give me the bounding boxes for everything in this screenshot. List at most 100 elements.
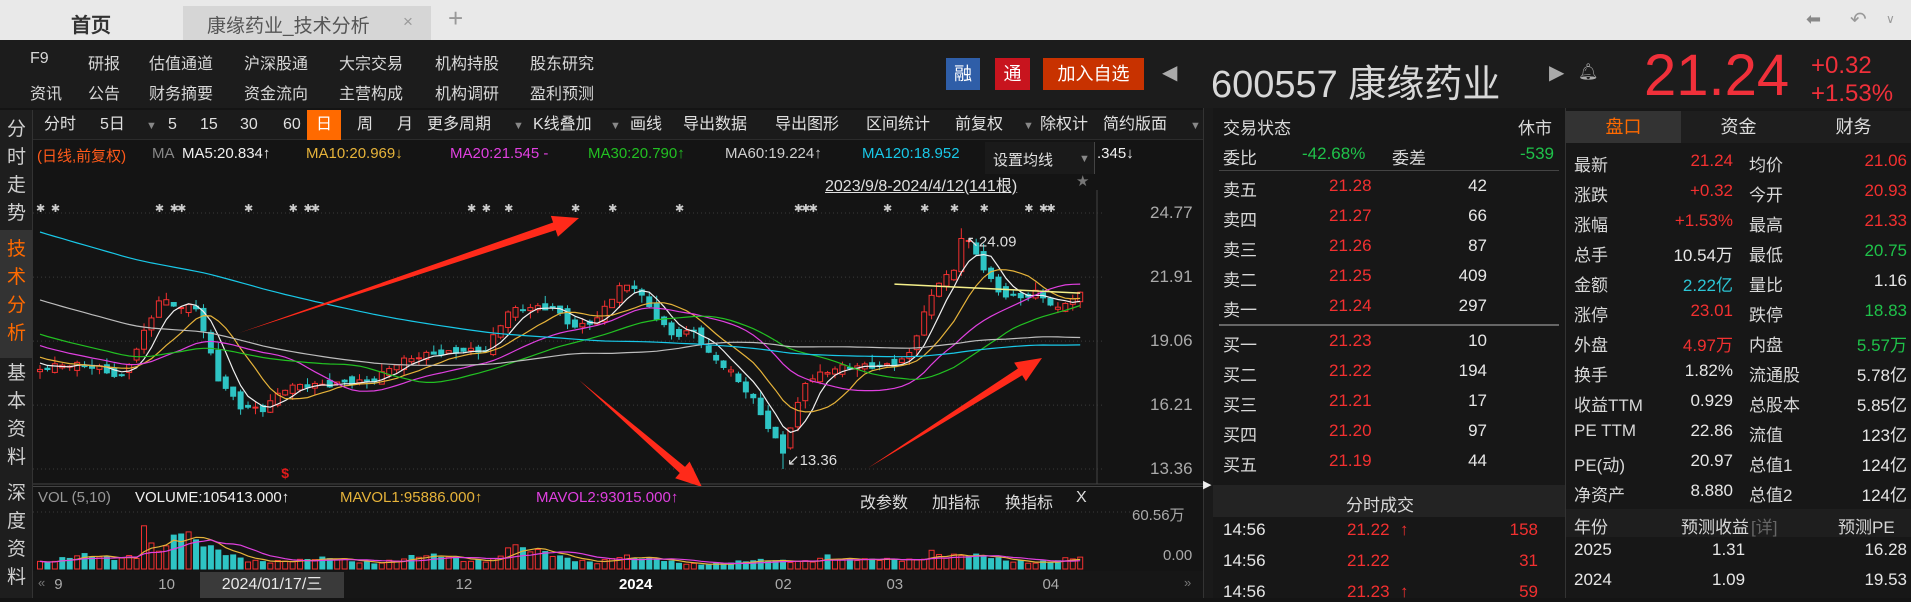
toolbar-item[interactable]: 除权计 [1040, 114, 1088, 136]
volume-bar-down [824, 554, 831, 570]
asks-level-price[interactable]: 21.28 [1329, 176, 1372, 196]
quote-value: 4.97万 [1682, 336, 1733, 355]
scroll-left-icon[interactable]: « [38, 575, 45, 590]
tick-up-arrow-icon: ↑ [1400, 520, 1409, 539]
asks-level-price[interactable]: 21.26 [1329, 236, 1372, 256]
candle-up [467, 347, 474, 352]
time-axis-label: 2024 [618, 576, 653, 593]
menu-item[interactable]: 机构调研 [435, 80, 499, 104]
wb-label: 委比 [1223, 149, 1257, 168]
toolbar-item[interactable]: 区间统计 [866, 114, 930, 136]
toolbar-item[interactable]: 15 [200, 114, 218, 136]
toolbar-item[interactable]: K线叠加 [533, 114, 592, 136]
quote-label: 均价 [1749, 156, 1783, 175]
toolbar-item[interactable]: 分时 [44, 114, 76, 136]
signal-marker: ✱ [36, 203, 45, 215]
chevron-down-icon[interactable]: ▼ [513, 120, 524, 132]
quote-value: 5.57万 [1856, 336, 1907, 355]
toolbar-item[interactable]: 导出数据 [683, 114, 747, 136]
signal-marker: ✱ [504, 203, 513, 215]
chevron-down-icon[interactable]: ▼ [1023, 120, 1034, 132]
menu-item[interactable]: 研报 [88, 50, 120, 74]
quote-tab-0[interactable]: 盘口 [1566, 111, 1681, 143]
toolbar-item[interactable]: 更多周期 [427, 114, 491, 136]
bids-level-price[interactable]: 21.22 [1329, 361, 1372, 381]
bids-level-price[interactable]: 21.23 [1329, 331, 1372, 351]
asks-level-price[interactable]: 21.24 [1329, 296, 1372, 316]
menu-item[interactable]: 机构持股 [435, 50, 499, 74]
menu-item[interactable]: 估值通道 [149, 50, 213, 74]
chevron-down-icon[interactable]: ▼ [146, 120, 157, 132]
volume-bar-up [928, 549, 935, 570]
candle-up [185, 304, 192, 314]
volume-bar-up [155, 550, 162, 570]
volume-bar-down [586, 561, 593, 570]
quote-tab-2[interactable]: 财务 [1796, 111, 1911, 143]
volume-bar-up [37, 560, 43, 570]
menu-item[interactable]: 股东研究 [530, 50, 594, 74]
close-indicator-button[interactable]: X [1076, 489, 1087, 507]
bids-level-price[interactable]: 21.21 [1329, 391, 1372, 411]
toolbar-item[interactable]: 简约版面 [1103, 114, 1167, 136]
asks-level-price[interactable]: 21.27 [1329, 206, 1372, 226]
toolbar-item[interactable]: 导出图形 [775, 114, 839, 136]
candle-down [661, 316, 668, 326]
toolbar-item[interactable]: 5日 [100, 114, 125, 136]
signal-marker: ✱ [920, 203, 929, 215]
toolbar-item[interactable]: 月 [397, 114, 413, 136]
candle-up [794, 401, 801, 428]
chevron-down-icon[interactable]: ▼ [1190, 120, 1201, 132]
panel-scrollbar[interactable] [1203, 108, 1213, 598]
quote-value: 20.97 [1690, 451, 1733, 470]
toolbar-item[interactable]: 画线 [630, 114, 662, 136]
bids-level-price[interactable]: 21.19 [1329, 451, 1372, 471]
scroll-right-icon[interactable]: » [1184, 575, 1191, 590]
pane-divider [33, 486, 1203, 487]
quote-tab-1[interactable]: 资金 [1681, 111, 1796, 143]
menu-item[interactable]: 资讯 [30, 80, 62, 104]
toolbar-item[interactable]: 30 [240, 114, 258, 136]
volume-bar-up [1010, 561, 1017, 570]
menu-item[interactable]: 财务摘要 [149, 80, 213, 104]
volume-bar-down [638, 558, 645, 570]
candle-down [549, 305, 556, 308]
volume-bar-down [259, 561, 266, 570]
toolbar-item[interactable]: 60 [283, 114, 301, 136]
forecast-eps: 1.09 [1712, 570, 1746, 589]
toolbar-item[interactable]: 5 [168, 114, 177, 136]
menu-item[interactable]: 大宗交易 [339, 50, 403, 74]
volume-bar-down [1017, 560, 1024, 570]
tick-up-arrow-icon: ↑ [1400, 582, 1409, 601]
time-axis-label: 12 [455, 576, 473, 593]
asks-level-price[interactable]: 21.25 [1329, 266, 1372, 286]
quote-value: 1.82% [1684, 361, 1733, 380]
ticks-title: 分时成交 [1346, 496, 1414, 515]
menu-item[interactable]: F9 [30, 50, 49, 68]
candle-up [37, 368, 43, 373]
toolbar-item[interactable]: 周 [357, 114, 373, 136]
add-indicator-button[interactable]: 加指标 [932, 489, 980, 513]
menu-item[interactable]: 资金流向 [244, 80, 308, 104]
candle-down [742, 381, 749, 393]
edit-params-button[interactable]: 改参数 [860, 489, 908, 513]
chevron-down-icon[interactable]: ▼ [610, 120, 621, 132]
volume-bar-up [185, 531, 192, 570]
low-price-label: ↙13.36 [787, 452, 837, 469]
menu-item[interactable]: 主营构成 [339, 80, 403, 104]
tick-time: 14:56 [1223, 582, 1266, 601]
quote-label: 今开 [1749, 186, 1783, 205]
toolbar-item[interactable]: 日 [307, 110, 342, 140]
wc-value: -539 [1519, 144, 1554, 163]
menu-item[interactable]: 沪深股通 [244, 50, 308, 74]
collapse-panel-icon[interactable]: ▶ [1203, 478, 1211, 491]
forecast-detail-link[interactable]: [详] [1751, 513, 1777, 538]
volume-bar-down [988, 558, 995, 570]
menu-item[interactable]: 盈利预测 [530, 80, 594, 104]
candle-down [103, 364, 110, 374]
volume-bar-up [913, 559, 920, 570]
bids-level-price[interactable]: 21.20 [1329, 421, 1372, 441]
menu-item[interactable]: 公告 [88, 80, 120, 104]
toolbar-item[interactable]: 前复权 [955, 114, 1003, 136]
switch-indicator-button[interactable]: 换指标 [1005, 489, 1053, 513]
volume-bar-up [594, 563, 601, 570]
